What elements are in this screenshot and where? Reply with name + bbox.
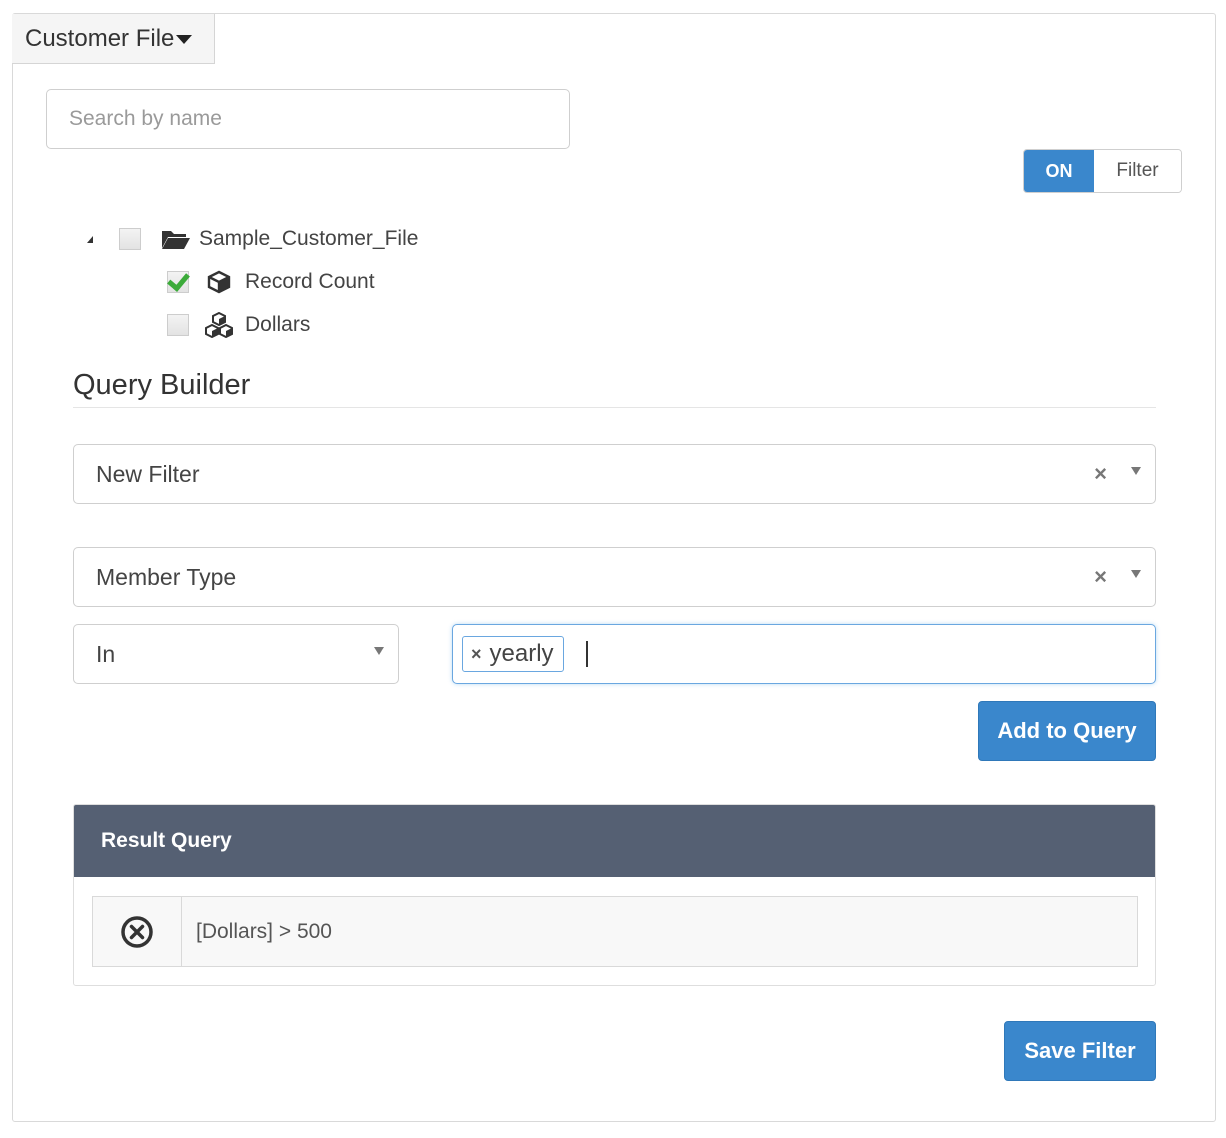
folder-open-icon: [161, 227, 191, 251]
value-tag-label: yearly: [489, 640, 554, 667]
result-query-header: Result Query: [74, 805, 1155, 877]
field-select-value: Member Type: [96, 563, 237, 590]
tree-root-row: Sample_Customer_File: [87, 227, 418, 251]
filter-toggle[interactable]: ON Filter: [1023, 149, 1182, 193]
tree-root-label[interactable]: Sample_Customer_File: [199, 227, 418, 251]
value-tag: × yearly: [462, 636, 564, 672]
query-builder-title: Query Builder: [73, 369, 251, 401]
filter-select[interactable]: New Filter ×: [73, 444, 1156, 504]
search-input[interactable]: [46, 89, 570, 149]
tree-item-record-count: Record Count: [167, 270, 375, 294]
record-count-checkbox[interactable]: [167, 271, 189, 293]
clear-filter-icon[interactable]: ×: [1094, 461, 1107, 487]
customer-file-dropdown[interactable]: Customer File: [12, 14, 215, 64]
remove-tag-icon[interactable]: ×: [471, 644, 482, 665]
text-cursor: [585, 641, 588, 667]
add-to-query-button[interactable]: Add to Query: [978, 701, 1156, 761]
result-row: [Dollars] > 500: [92, 896, 1138, 967]
record-count-label[interactable]: Record Count: [245, 270, 375, 294]
values-tag-input[interactable]: × yearly: [452, 624, 1156, 684]
title-divider: [73, 407, 1156, 408]
save-filter-button[interactable]: Save Filter: [1004, 1021, 1156, 1081]
customer-file-dropdown-label: Customer File: [25, 24, 175, 52]
field-select[interactable]: Member Type ×: [73, 547, 1156, 607]
operator-select[interactable]: In: [73, 624, 399, 684]
collapse-triangle-icon[interactable]: [87, 235, 93, 243]
tree-item-dollars: Dollars: [167, 312, 310, 338]
tree-root-checkbox[interactable]: [119, 228, 141, 250]
result-query-panel: Result Query [Dollars] > 500: [73, 804, 1156, 986]
remove-circle-icon[interactable]: [93, 897, 182, 966]
toggle-filter-label[interactable]: Filter: [1094, 150, 1181, 192]
dropdown-arrow-icon[interactable]: [374, 647, 384, 655]
dollars-checkbox[interactable]: [167, 314, 189, 336]
clear-field-icon[interactable]: ×: [1094, 564, 1107, 590]
dropdown-arrow-icon[interactable]: [1131, 570, 1141, 578]
dollars-label[interactable]: Dollars: [245, 313, 310, 337]
dropdown-arrow-icon[interactable]: [1131, 467, 1141, 475]
cube-icon: [207, 270, 231, 294]
caret-down-icon: [176, 35, 193, 44]
cubes-icon: [203, 312, 235, 338]
toggle-on-label[interactable]: ON: [1024, 150, 1094, 192]
filter-select-value: New Filter: [96, 460, 200, 487]
operator-select-value: In: [96, 640, 116, 667]
result-query-text: [Dollars] > 500: [196, 919, 332, 943]
